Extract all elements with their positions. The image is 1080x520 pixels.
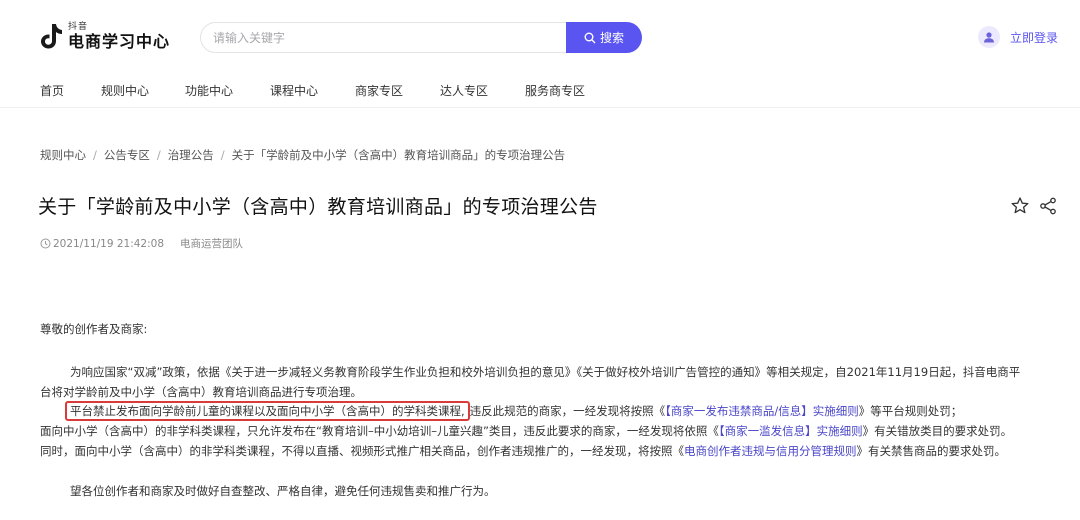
star-icon[interactable]	[1010, 196, 1030, 220]
rule-link-creator-credit[interactable]: 电商创作者违规与信用分管理规则	[684, 444, 857, 458]
search-input[interactable]	[200, 22, 566, 53]
search-button[interactable]: 搜索	[566, 22, 642, 53]
paragraph-4-text-b: 》有关禁售商品的要求处罚。	[856, 444, 1007, 458]
douyin-logo-icon	[38, 22, 64, 50]
login-label: 立即登录	[1010, 30, 1059, 45]
clock-icon	[40, 238, 51, 249]
logo[interactable]: 抖音 电商学习中心	[38, 22, 170, 50]
breadcrumb-separator: /	[220, 148, 225, 162]
paragraph-1-line-2: 台将对学龄前及中小学（含高中）教育培训商品进行专项治理。	[40, 385, 362, 399]
nav-item-features[interactable]: 功能中心	[185, 82, 233, 99]
paragraph-2-text-b: 》等平台规则处罚；	[858, 404, 963, 418]
page-title: 关于「学龄前及中小学（含高中）教育培训商品」的专项治理公告	[38, 196, 598, 218]
paragraph-1-line-1: 为响应国家“双减”政策，依据《关于进一步减轻义务教育阶段学生作业负担和校外培训负…	[70, 365, 1021, 379]
share-icon[interactable]	[1038, 196, 1058, 220]
breadcrumb-separator: /	[93, 148, 97, 162]
header: 抖音 电商学习中心 搜索 立即登录	[0, 0, 1080, 72]
rule-link-spam-info[interactable]: 【商家一滥发信息】实施细则	[719, 424, 863, 438]
title-actions	[1010, 196, 1058, 220]
user-avatar-icon	[978, 26, 1000, 48]
publish-date: 2021/11/19 21:42:08	[53, 237, 165, 250]
breadcrumb-item[interactable]: 公告专区	[104, 148, 150, 162]
paragraph-2-text-a: 违反此规范的商家，一经发现将按照《	[469, 404, 666, 418]
logo-subtitle: 抖音	[68, 21, 89, 32]
greeting: 尊敬的创作者及商家:	[40, 322, 148, 336]
paragraph-2: 平台禁止发布面向学龄前儿童的课程以及面向中小学（含高中）的学科类课程, 违反此规范…	[40, 401, 1050, 421]
search-icon	[584, 32, 596, 43]
nav-item-rules[interactable]: 规则中心	[101, 82, 149, 99]
nav-item-creators[interactable]: 达人专区	[440, 82, 488, 99]
paragraph-4-text-a: 同时，面向中小学（含高中）的非学科类课程，不得以直播、视频形式推广相关商品，创作…	[40, 444, 684, 458]
main-nav: 首页 规则中心 功能中心 课程中心 商家专区 达人专区 服务商专区	[0, 72, 1080, 108]
search-bar: 搜索	[200, 22, 642, 53]
article-author: 电商运营团队	[180, 238, 244, 250]
breadcrumb-separator: /	[156, 148, 161, 162]
nav-item-service-providers[interactable]: 服务商专区	[525, 82, 585, 99]
paragraph-4: 同时，面向中小学（含高中）的非学科类课程，不得以直播、视频形式推广相关商品，创作…	[40, 443, 1050, 459]
nav-item-merchants[interactable]: 商家专区	[355, 82, 403, 99]
nav-item-courses[interactable]: 课程中心	[270, 82, 318, 99]
nav-item-home[interactable]: 首页	[40, 82, 64, 99]
paragraph-3: 面向中小学（含高中）的非学科类课程，只允许发布在“教育培训–中小幼培训–儿童兴趣…	[40, 423, 1050, 439]
paragraph-5: 望各位创作者和商家及时做好自查整改、严格自律，避免任何违规售卖和推广行为。	[70, 484, 496, 498]
paragraph-3-text-a: 面向中小学（含高中）的非学科类课程，只允许发布在“教育培训–中小幼培训–儿童兴趣…	[40, 424, 719, 438]
breadcrumb-item[interactable]: 规则中心	[40, 148, 86, 162]
rule-link-prohibited-goods[interactable]: 【商家一发布违禁商品/信息】实施细则	[665, 404, 859, 418]
breadcrumb-current: 关于「学龄前及中小学（含高中）教育培训商品」的专项治理公告	[231, 148, 566, 162]
search-button-label: 搜索	[599, 31, 624, 45]
login-button[interactable]: 立即登录	[978, 26, 1058, 48]
highlighted-prohibition: 平台禁止发布面向学龄前儿童的课程以及面向中小学（含高中）的学科类课程,	[65, 401, 470, 421]
logo-title: 电商学习中心	[68, 31, 171, 51]
breadcrumb-item[interactable]: 治理公告	[168, 148, 214, 162]
article-meta: 2021/11/19 21:42:08 电商运营团队	[40, 236, 243, 251]
paragraph-3-text-b: 》有关错放类目的要求处罚。	[862, 424, 1013, 438]
breadcrumb: 规则中心 / 公告专区 / 治理公告 / 关于「学龄前及中小学（含高中）教育培训商品」的专项…	[40, 147, 565, 163]
